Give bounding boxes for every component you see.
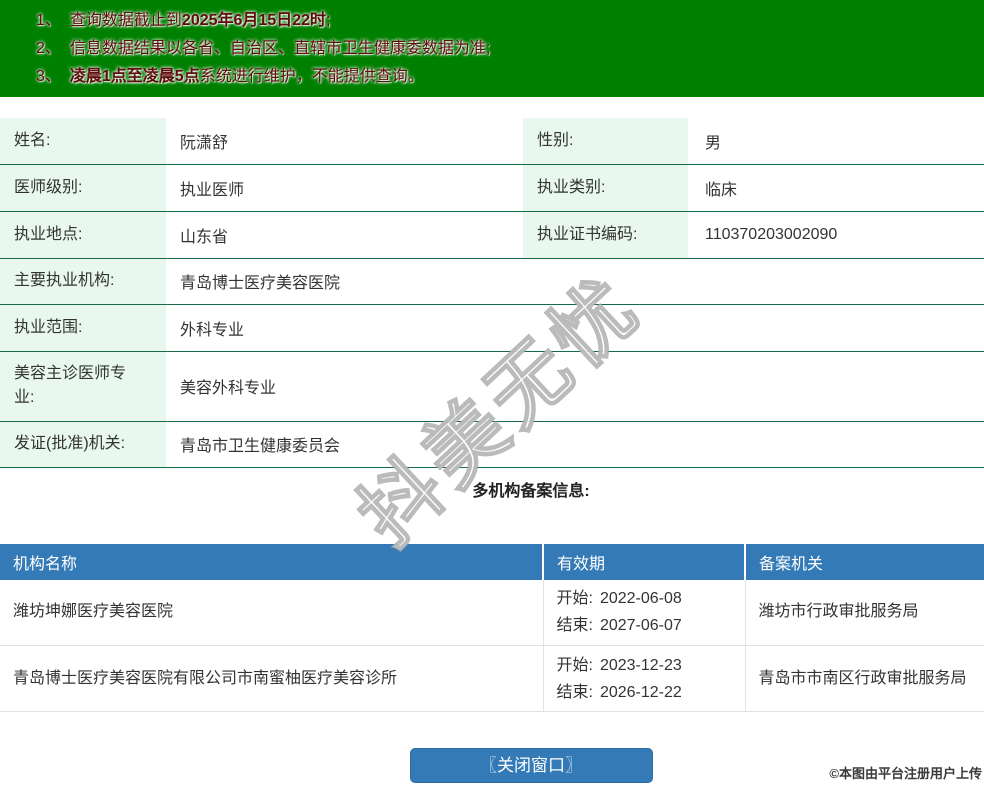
notice-text: 信息数据结果以各省、自治区、直辖市卫生健康委数据为准; (69, 40, 491, 57)
field-label-doctor-level: 医师级别: (0, 164, 166, 212)
validity-start-date: 2022-06-08 (599, 590, 682, 608)
notice-text: 查询数据截止到 (69, 12, 182, 29)
validity-end-date: 2027-06-07 (599, 617, 682, 635)
notice-banner: 1、 查询数据截止到2025年6月15日22时; 2、 信息数据结果以各省、自治区、… (0, 0, 984, 97)
field-value-cosmetic-specialty: 美容外科专业 (166, 351, 984, 422)
table-row: 青岛博士医疗美容医院有限公司市南蜜柚医疗美容诊所 开始: 2023-12-23 结… (0, 645, 984, 712)
column-header-validity: 有效期 (542, 543, 745, 580)
validity-start: 开始: 2022-06-08 (557, 585, 745, 612)
validity-end: 结束: 2026-12-22 (557, 679, 745, 706)
validity-start-label: 开始: (556, 590, 593, 608)
validity-start-date: 2023-12-23 (599, 656, 682, 674)
table-row: 姓名: 阮潇舒 性别: 男 (0, 118, 984, 165)
validity-start: 开始: 2023-12-23 (557, 652, 745, 679)
notice-number: 1、 (36, 12, 61, 29)
field-label-practice-category: 执业类别: (523, 164, 688, 212)
notice-text-bold: 2025年6月15日22时 (181, 12, 327, 29)
notice-text: 系统进行维护，不能提供查询。 (199, 68, 424, 85)
field-value-doctor-level: 执业医师 (166, 164, 523, 212)
field-label-name: 姓名: (0, 118, 166, 165)
field-label-cosmetic-specialty: 美容主诊医师专业: (0, 351, 166, 422)
notice-line-1: 1、 查询数据截止到2025年6月15日22时; (0, 7, 984, 35)
close-window-button[interactable]: 〖关闭窗口〗 (409, 748, 653, 783)
field-value-main-institution: 青岛博士医疗美容医院 (166, 258, 984, 305)
table-row: 美容主诊医师专业: 美容外科专业 (0, 351, 984, 422)
notice-line-3: 3、 凌晨1点至凌晨5点系统进行维护，不能提供查询。 (0, 63, 984, 91)
notice-number: 2、 (36, 40, 61, 57)
field-value-name: 阮潇舒 (166, 118, 523, 165)
record-org-name: 青岛博士医疗美容医院有限公司市南蜜柚医疗美容诊所 (0, 645, 543, 712)
notice-number: 3、 (36, 68, 61, 85)
record-org-name: 潍坊坤娜医疗美容医院 (0, 579, 543, 646)
notice-text-bold: 凌晨1点至凌晨5点 (69, 68, 200, 85)
field-value-practice-location: 山东省 (166, 211, 523, 259)
field-value-issuing-authority: 青岛市卫生健康委员会 (166, 421, 984, 468)
table-header-row: 机构名称 有效期 备案机关 (0, 543, 984, 580)
record-filing-authority: 青岛市市南区行政审批服务局 (744, 645, 984, 712)
table-row: 执业范围: 外科专业 (0, 304, 984, 352)
record-validity: 开始: 2022-06-08 结束: 2027-06-07 (542, 579, 745, 646)
field-label-main-institution: 主要执业机构: (0, 258, 166, 305)
validity-end-label: 结束: (556, 617, 593, 635)
table-row: 潍坊坤娜医疗美容医院 开始: 2022-06-08 结束: 2027-06-07 潍… (0, 579, 984, 646)
practitioner-info-table: 姓名: 阮潇舒 性别: 男 医师级别: 执业医师 执业类别: 临床 执业地点: … (0, 118, 984, 468)
notice-text: ; (326, 12, 331, 29)
record-validity: 开始: 2023-12-23 结束: 2026-12-22 (542, 645, 745, 712)
field-value-certificate-number: 110370203002090 (688, 211, 984, 259)
field-label-practice-scope: 执业范围: (0, 304, 166, 352)
license-query-result-page: { "notices": [ { "num": "1、", "pre": "查询… (0, 0, 984, 785)
field-value-practice-category: 临床 (688, 164, 984, 212)
field-label-certificate-number: 执业证书编码: (523, 211, 688, 259)
credit-text: ©本图由平台注册用户上传 (829, 766, 982, 781)
validity-end-date: 2026-12-22 (599, 683, 682, 701)
column-header-filing-authority: 备案机关 (744, 543, 984, 580)
validity-end: 结束: 2027-06-07 (557, 612, 745, 639)
record-filing-authority: 潍坊市行政审批服务局 (744, 579, 984, 646)
field-value-gender: 男 (688, 118, 984, 165)
table-row: 执业地点: 山东省 执业证书编码: 110370203002090 (0, 211, 984, 259)
table-row: 医师级别: 执业医师 执业类别: 临床 (0, 164, 984, 212)
table-row: 主要执业机构: 青岛博士医疗美容医院 (0, 258, 984, 305)
validity-start-label: 开始: (556, 656, 593, 674)
multi-institution-section-title: 多机构备案信息: (472, 482, 590, 500)
field-label-gender: 性别: (523, 118, 688, 165)
column-header-org-name: 机构名称 (0, 543, 543, 580)
table-row: 发证(批准)机关: 青岛市卫生健康委员会 (0, 421, 984, 468)
filing-records-table: 机构名称 有效期 备案机关 潍坊坤娜医疗美容医院 开始: 2022-06-08 结… (0, 543, 984, 712)
field-label-practice-location: 执业地点: (0, 211, 166, 259)
notice-line-2: 2、 信息数据结果以各省、自治区、直辖市卫生健康委数据为准; (0, 35, 984, 63)
validity-end-label: 结束: (556, 683, 593, 701)
field-label-issuing-authority: 发证(批准)机关: (0, 421, 166, 468)
field-value-practice-scope: 外科专业 (166, 304, 984, 352)
